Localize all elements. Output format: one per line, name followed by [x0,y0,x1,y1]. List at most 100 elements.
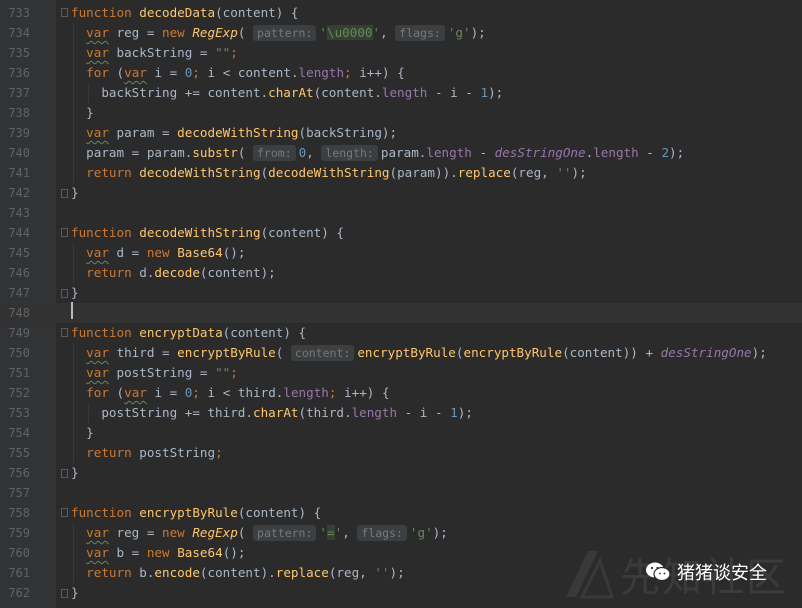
line-number[interactable]: 746 [0,263,30,283]
line-number[interactable]: 761 [0,563,30,583]
code-token: , [342,525,358,540]
code-line-756[interactable]: 756} [0,463,802,483]
code-line-742[interactable]: 742} [0,183,802,203]
code-text[interactable]: function decodeWithString(content) { [71,223,344,243]
code-text[interactable]: } [71,463,79,483]
code-text[interactable]: postString += third.charAt(third.length … [71,403,473,423]
line-number[interactable]: 736 [0,63,30,83]
line-number[interactable]: 752 [0,383,30,403]
code-text[interactable]: return d.decode(content); [71,263,276,283]
line-number[interactable]: 759 [0,523,30,543]
code-text[interactable]: var backString = ""; [71,43,238,63]
code-text[interactable]: } [71,103,94,123]
fold-open-icon[interactable] [61,228,68,237]
code-text[interactable]: var reg = new RegExp( pattern: '\u0000', … [71,23,486,43]
code-text[interactable]: var param = decodeWithString(backString)… [71,123,397,143]
code-line-751[interactable]: 751 var postString = ""; [0,363,802,383]
code-text[interactable]: } [71,583,79,603]
code-text[interactable]: function encryptByRule(content) { [71,503,321,523]
code-line-748[interactable]: 748 [0,303,802,323]
code-line-744[interactable]: 744 function decodeWithString(content) { [0,223,802,243]
line-number[interactable]: 748 [0,303,30,323]
code-line-741[interactable]: 741 return decodeWithString(decodeWithSt… [0,163,802,183]
code-token: i = [146,385,185,400]
code-token: i < content. [207,65,299,80]
code-token: RegExp [192,25,238,40]
code-text[interactable]: } [71,183,79,203]
line-number[interactable]: 737 [0,83,30,103]
code-line-750[interactable]: 750 var third = encryptByRule( content: e… [0,343,802,363]
code-text[interactable]: } [71,283,79,303]
fold-close-icon[interactable] [61,589,68,598]
line-number[interactable]: 742 [0,183,30,203]
code-text[interactable]: for (var i = 0; i < content.length; i++)… [71,63,405,83]
code-line-739[interactable]: 739 var param = decodeWithString(backStr… [0,123,802,143]
code-line-754[interactable]: 754 } [0,423,802,443]
line-number[interactable]: 741 [0,163,30,183]
code-text[interactable]: param = param.substr( from: 0, length: par… [71,143,684,163]
line-number[interactable]: 745 [0,243,30,263]
line-number[interactable]: 758 [0,503,30,523]
code-editor[interactable]: 733 function decodeData(content) {734 var… [0,0,802,608]
fold-close-icon[interactable] [61,469,68,478]
code-text[interactable]: function decodeData(content) { [71,3,298,23]
code-text[interactable]: } [71,423,94,443]
code-line-745[interactable]: 745 var d = new Base64(); [0,243,802,263]
code-text[interactable]: var b = new Base64(); [71,543,245,563]
code-token: ; [328,385,345,400]
fold-close-icon[interactable] [61,189,68,198]
line-number[interactable]: 754 [0,423,30,443]
code-line-757[interactable]: 757 [0,483,802,503]
line-number[interactable]: 755 [0,443,30,463]
line-number[interactable]: 739 [0,123,30,143]
code-text[interactable]: var third = encryptByRule( content: encry… [71,343,767,363]
code-line-758[interactable]: 758 function encryptByRule(content) { [0,503,802,523]
code-text[interactable]: return b.encode(content).replace(reg, ''… [71,563,405,583]
line-number[interactable]: 734 [0,23,30,43]
code-line-740[interactable]: 740 param = param.substr( from: 0, length… [0,143,802,163]
line-number[interactable]: 749 [0,323,30,343]
code-line-743[interactable]: 743 [0,203,802,223]
code-text[interactable]: function encryptData(content) { [71,323,306,343]
code-text[interactable]: var postString = ""; [71,363,238,383]
fold-open-icon[interactable] [61,8,68,17]
code-text[interactable]: var d = new Base64(); [71,243,245,263]
code-line-734[interactable]: 734 var reg = new RegExp( pattern: '\u000… [0,23,802,43]
line-number[interactable]: 750 [0,343,30,363]
code-text[interactable]: backString += content.charAt(content.len… [71,83,503,103]
code-line-738[interactable]: 738 } [0,103,802,123]
line-number[interactable]: 760 [0,543,30,563]
code-line-733[interactable]: 733 function decodeData(content) { [0,3,802,23]
line-number[interactable]: 733 [0,3,30,23]
site-logo-icon [566,551,615,599]
line-number[interactable]: 751 [0,363,30,383]
line-number[interactable]: 753 [0,403,30,423]
code-line-759[interactable]: 759 var reg = new RegExp( pattern: '=', f… [0,523,802,543]
code-token: reg = [108,525,162,540]
code-text[interactable]: return postString; [71,443,223,463]
code-line-749[interactable]: 749 function encryptData(content) { [0,323,802,343]
code-text[interactable]: var reg = new RegExp( pattern: '=', flags… [71,523,448,543]
fold-close-icon[interactable] [61,289,68,298]
code-text[interactable]: for (var i = 0; i < third.length; i++) { [71,383,389,403]
code-line-735[interactable]: 735 var backString = ""; [0,43,802,63]
line-number[interactable]: 757 [0,483,30,503]
line-number[interactable]: 762 [0,583,30,603]
fold-open-icon[interactable] [61,508,68,517]
line-number[interactable]: 756 [0,463,30,483]
line-number[interactable]: 744 [0,223,30,243]
code-line-747[interactable]: 747} [0,283,802,303]
line-number[interactable]: 747 [0,283,30,303]
line-number[interactable]: 738 [0,103,30,123]
line-number[interactable]: 740 [0,143,30,163]
line-number[interactable]: 735 [0,43,30,63]
code-line-755[interactable]: 755 return postString; [0,443,802,463]
code-line-737[interactable]: 737 backString += content.charAt(content… [0,83,802,103]
fold-open-icon[interactable] [61,328,68,337]
code-text[interactable]: return decodeWithString(decodeWithString… [71,163,587,183]
code-line-753[interactable]: 753 postString += third.charAt(third.len… [0,403,802,423]
code-line-746[interactable]: 746 return d.decode(content); [0,263,802,283]
code-line-752[interactable]: 752 for (var i = 0; i < third.length; i+… [0,383,802,403]
line-number[interactable]: 743 [0,203,30,223]
code-line-736[interactable]: 736 for (var i = 0; i < content.length; … [0,63,802,83]
